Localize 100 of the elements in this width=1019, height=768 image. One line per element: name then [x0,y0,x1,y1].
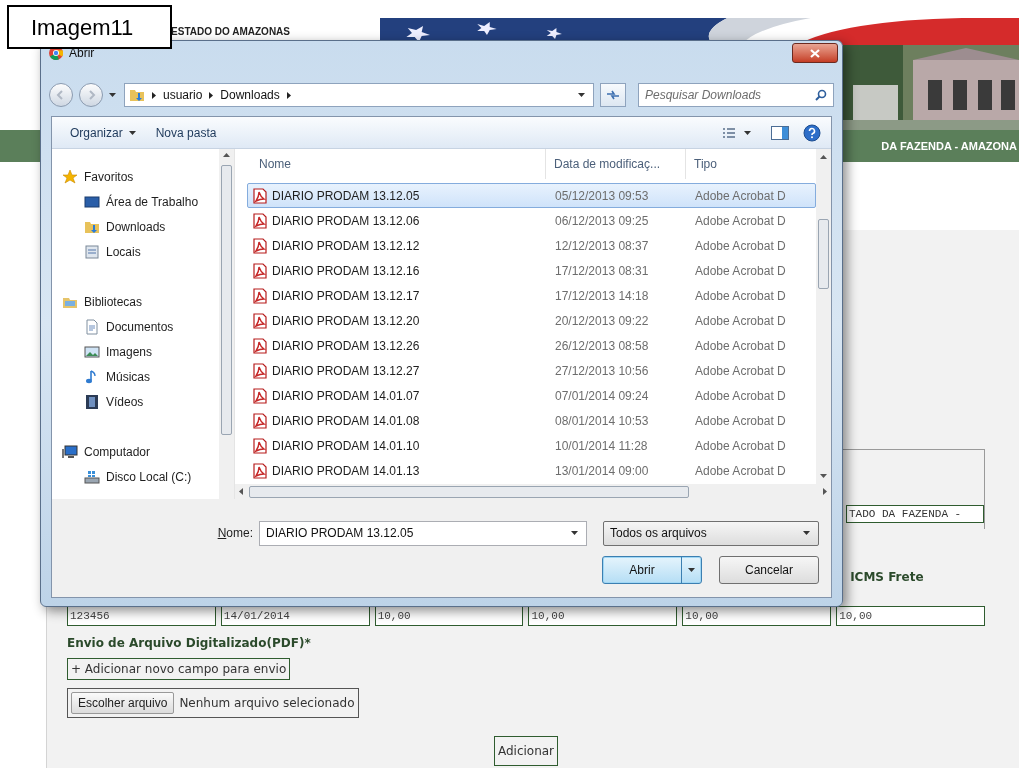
pane-icon [771,125,789,140]
add-field-button[interactable]: + Adicionar novo campo para envio [67,658,291,680]
nav-item[interactable]: Bibliotecas [52,289,219,314]
nav-item[interactable]: Vídeos [52,389,219,414]
close-button[interactable] [792,43,838,63]
file-type: Adobe Acrobat D [694,312,786,330]
chevron-icon [209,91,214,99]
file-row[interactable]: DIARIO PRODAM 13.12.05 05/12/2013 09:53 Adobe Acrobat D [247,183,816,208]
file-name: DIARIO PRODAM 13.12.16 [272,262,420,280]
file-date: 05/12/2013 09:53 [554,187,650,205]
column-header[interactable]: Tipo [686,149,816,179]
caption-label: Imagem11 [7,5,172,49]
file-input[interactable]: Escolher arquivo Nenhum arquivo selecionado [67,688,359,718]
address-bar[interactable]: usuario Downloads [124,83,594,107]
filename-field[interactable]: DIARIO PRODAM 13.12.05 [259,520,587,546]
filename-label: Nome: [216,525,254,542]
nav-item[interactable]: Favoritos [52,164,219,189]
search-field[interactable]: Pesquisar Downloads [638,83,834,107]
scroll-thumb[interactable] [249,485,689,498]
scroll-thumb[interactable] [221,165,232,435]
file-row[interactable]: DIARIO PRODAM 13.12.16 17/12/2013 08:31 Adobe Acrobat D [247,258,816,283]
pdf-file-icon [252,262,268,279]
pdf-file-icon [252,462,268,479]
breadcrumb-item[interactable]: Downloads [220,86,280,104]
help-icon[interactable] [803,123,821,142]
open-button[interactable]: Abrir [602,556,702,584]
scrollbar[interactable] [816,149,831,484]
refresh-button[interactable] [600,83,626,107]
file-date: 27/12/2013 10:56 [554,362,650,380]
caret-icon [578,93,585,97]
toolbar-button[interactable]: Organizar [62,120,144,145]
up-arrow-icon [223,153,230,157]
scrollbar[interactable] [219,149,234,499]
text-field[interactable]: 14/01/2014 [220,606,370,626]
file-name: DIARIO PRODAM 14.01.07 [272,387,420,405]
file-type: Adobe Acrobat D [694,187,786,205]
nav-item[interactable]: Computador [52,439,219,464]
text-field[interactable]: 10,00 [836,606,985,626]
nav-item[interactable]: Locais [52,239,219,264]
file-row[interactable]: DIARIO PRODAM 13.12.17 17/12/2013 14:18 Adobe Acrobat D [247,283,816,308]
file-date: 20/12/2013 09:22 [554,312,650,330]
file-name: DIARIO PRODAM 14.01.08 [272,412,420,430]
text-field[interactable]: 10,00 [374,606,524,626]
file-type: Adobe Acrobat D [694,212,786,230]
caret-icon [688,568,695,572]
column-header[interactable]: Data de modificaç... [546,149,686,179]
file-row[interactable]: DIARIO PRODAM 13.12.20 20/12/2013 09:22 Adobe Acrobat D [247,308,816,333]
file-status: Nenhum arquivo selecionado [179,695,355,712]
toolbar-button[interactable]: Nova pasta [147,120,225,145]
file-row[interactable]: DIARIO PRODAM 14.01.13 13/01/2014 09:00 Adobe Acrobat D [247,458,816,483]
document-icon [84,318,100,335]
file-row[interactable]: DIARIO PRODAM 14.01.08 08/01/2014 10:53 Adobe Acrobat D [247,408,816,433]
file-type: Adobe Acrobat D [694,262,786,280]
drive-icon [84,468,100,485]
file-row[interactable]: DIARIO PRODAM 14.01.10 10/01/2014 11:28 Adobe Acrobat D [247,433,816,458]
file-type: Adobe Acrobat D [694,337,786,355]
file-row[interactable]: DIARIO PRODAM 13.12.12 12/12/2013 08:37 Adobe Acrobat D [247,233,816,258]
nav-item[interactable]: Documentos [52,314,219,339]
file-name: DIARIO PRODAM 13.12.27 [272,362,420,380]
caret-icon [109,93,116,97]
scrollbar[interactable] [235,484,831,499]
text-field[interactable]: 10,00 [528,606,678,626]
nav-item[interactable]: Downloads [52,214,219,239]
file-type: Adobe Acrobat D [694,287,786,305]
computer-icon [62,443,78,460]
nav-item[interactable]: Disco Local (C:) [52,464,219,489]
file-date: 08/01/2014 10:53 [554,412,650,430]
right-arrow-icon [823,488,827,495]
file-type-select[interactable]: Todos os arquivos [603,520,819,546]
text-field[interactable]: 123456 [67,606,216,626]
image-icon [84,343,100,360]
cancel-button[interactable]: Cancelar [719,556,819,584]
file-name: DIARIO PRODAM 13.12.26 [272,337,420,355]
column-header[interactable]: Nome [235,149,546,179]
breadcrumb-item[interactable]: usuario [163,86,203,104]
file-row[interactable]: DIARIO PRODAM 13.12.26 26/12/2013 08:58 Adobe Acrobat D [247,333,816,358]
text-field[interactable]: 10,00 [682,606,832,626]
pdf-file-icon [252,287,268,304]
nav-item[interactable]: Área de Trabalho [52,189,219,214]
file-row[interactable]: DIARIO PRODAM 14.01.07 07/01/2014 09:24 Adobe Acrobat D [247,383,816,408]
nav-item[interactable]: Imagens [52,339,219,364]
close-icon [810,48,820,58]
left-arrow-icon [239,488,243,495]
caret-icon [803,531,810,535]
file-row[interactable]: DIARIO PRODAM 13.12.06 06/12/2013 09:25 Adobe Acrobat D [247,208,816,233]
add-button[interactable]: Adicionar [493,736,559,766]
file-type: Adobe Acrobat D [694,462,786,480]
pdf-file-icon [252,437,268,454]
file-row[interactable]: DIARIO PRODAM 13.12.27 27/12/2013 10:56 Adobe Acrobat D [247,358,816,383]
back-button[interactable] [49,83,73,107]
file-date: 26/12/2013 08:58 [554,337,650,355]
places-icon [84,243,100,260]
pdf-file-icon [252,337,268,354]
text-field[interactable]: TADO DA FAZENDA - [846,505,984,523]
caret-icon [128,130,136,135]
pdf-file-icon [252,362,268,379]
nav-item[interactable]: Músicas [52,364,219,389]
forward-button[interactable] [79,83,103,107]
choose-file-button[interactable]: Escolher arquivo [71,692,175,714]
scroll-thumb[interactable] [818,219,829,289]
